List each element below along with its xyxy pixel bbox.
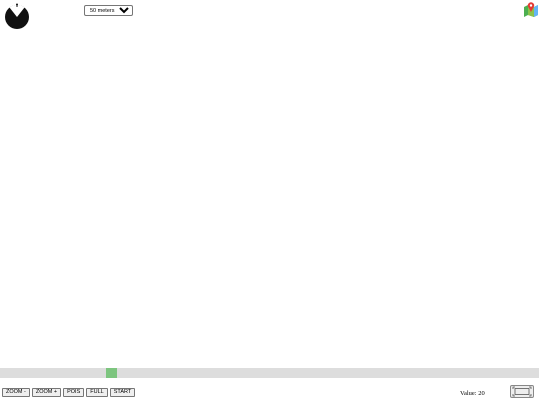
zoom-in-button[interactable]: ZOOM + (31, 388, 62, 397)
fullscreen-button[interactable] (510, 385, 534, 398)
value-label: Value: (460, 390, 477, 397)
zoom-out-button[interactable]: ZOOM - (2, 388, 30, 397)
slider-handle[interactable] (106, 368, 117, 378)
compass-icon[interactable] (4, 3, 30, 29)
value-readout: Value: 20 (460, 390, 485, 397)
map-viewer[interactable]: 50 meters ZOOM - ZOOM + POIS FULL START … (0, 0, 540, 405)
fullscreen-icon (512, 386, 532, 397)
bottom-toolbar: ZOOM - ZOOM + POIS FULL START (2, 388, 136, 397)
map-pin-icon[interactable] (523, 1, 539, 17)
start-button[interactable]: START (109, 388, 136, 397)
pois-button[interactable]: POIS (63, 388, 85, 397)
timeline-slider[interactable] (0, 368, 539, 378)
value-number: 20 (478, 390, 485, 397)
scale-select[interactable]: 50 meters (84, 5, 133, 16)
full-button[interactable]: FULL (86, 388, 108, 397)
